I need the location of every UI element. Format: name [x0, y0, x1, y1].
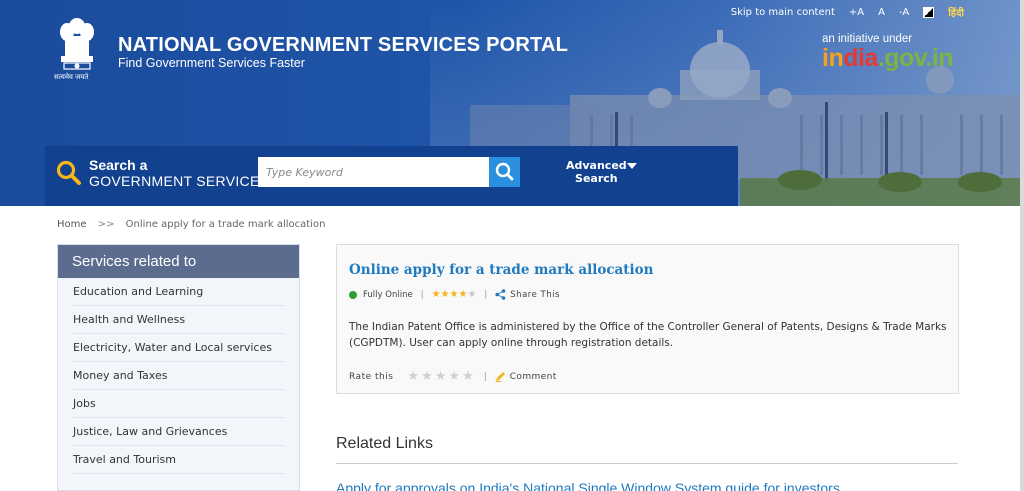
skip-to-main-link[interactable]: Skip to main content [731, 7, 835, 18]
share-icon[interactable] [495, 289, 506, 300]
sidebar-item-money[interactable]: Money and Taxes [72, 362, 285, 390]
related-links-heading: Related Links [336, 435, 433, 452]
rating-stars: ★★★★★ [432, 289, 477, 300]
service-description: The Indian Patent Office is administered… [349, 321, 947, 349]
star-filled-icon: ★ [440, 289, 450, 300]
rate-label: Rate this [349, 371, 394, 382]
related-divider [336, 463, 958, 464]
rate-star-input[interactable]: ★ ★ ★ ★ ★ [407, 369, 475, 384]
sidebar-item-jobs[interactable]: Jobs [72, 390, 285, 418]
sidebar-item-education[interactable]: Education and Learning [72, 278, 285, 306]
service-meta: Fully Online | ★★★★★ | Share This [349, 289, 560, 300]
sidebar-item-justice[interactable]: Justice, Law and Grievances [72, 418, 285, 446]
sidebar-item-travel[interactable]: Travel and Tourism [72, 446, 285, 474]
advanced-search-toggle[interactable]: Advanced Search [566, 159, 627, 185]
comment-link[interactable]: Comment [495, 371, 557, 382]
breadcrumb-home-link[interactable]: Home [57, 219, 87, 230]
india-gov-logo[interactable]: india.gov.in [822, 44, 954, 73]
font-decrease-button[interactable]: -A [899, 7, 909, 18]
related-link-item[interactable]: Apply for approvals on India's National … [336, 480, 840, 491]
sidebar-item-electricity[interactable]: Electricity, Water and Local services [72, 334, 285, 362]
rate-star-icon[interactable]: ★ [407, 369, 419, 384]
pencil-icon [495, 372, 505, 382]
search-button-icon [495, 162, 514, 181]
page-scrollbar[interactable] [1020, 0, 1024, 491]
emblem-motto: सत्यमेव जयते [54, 73, 89, 81]
star-empty-icon: ★ [467, 289, 477, 300]
search-icon [56, 160, 81, 185]
share-link[interactable]: Share This [510, 290, 560, 300]
chevron-down-icon[interactable] [627, 163, 637, 169]
portal-subtitle: Find Government Services Faster [118, 56, 305, 70]
breadcrumb: Home >> Online apply for a trade mark al… [57, 219, 325, 230]
sidebar-list: Education and Learning Health and Wellne… [58, 278, 299, 474]
breadcrumb-separator: >> [97, 219, 115, 230]
portal-title[interactable]: NATIONAL GOVERNMENT SERVICES PORTAL [118, 34, 568, 57]
font-normal-button[interactable]: A [878, 7, 885, 18]
meta-divider: | [420, 289, 424, 300]
font-increase-button[interactable]: +A [849, 7, 864, 18]
rate-star-icon[interactable]: ★ [462, 369, 474, 384]
accessibility-bar: Skip to main content +A A -A हिंदी [717, 5, 964, 19]
star-filled-icon: ★ [431, 289, 441, 300]
service-title-link[interactable]: Online apply for a trade mark allocation [349, 262, 654, 278]
rate-section: Rate this ★ ★ ★ ★ ★ | Comment [349, 369, 557, 384]
sidebar-item-health[interactable]: Health and Wellness [72, 306, 285, 334]
breadcrumb-current: Online apply for a trade mark allocation [125, 219, 326, 230]
keyword-search-input[interactable] [258, 157, 490, 187]
search-button[interactable] [489, 157, 520, 187]
hindi-language-link[interactable]: हिंदी [948, 5, 964, 19]
status-badge: Fully Online [363, 289, 413, 300]
search-label: Search a GOVERNMENT SERVICE [89, 157, 260, 189]
rate-star-icon[interactable]: ★ [448, 369, 460, 384]
rate-star-icon[interactable]: ★ [435, 369, 447, 384]
status-dot-icon [349, 290, 357, 299]
rate-divider: | [483, 371, 487, 382]
services-sidebar: Services related to Education and Learni… [57, 244, 300, 491]
sidebar-heading: Services related to [58, 245, 299, 278]
service-card: Online apply for a trade mark allocation… [336, 244, 959, 394]
meta-divider: | [484, 289, 488, 300]
rate-star-icon[interactable]: ★ [421, 369, 433, 384]
contrast-toggle-icon[interactable] [923, 6, 935, 18]
